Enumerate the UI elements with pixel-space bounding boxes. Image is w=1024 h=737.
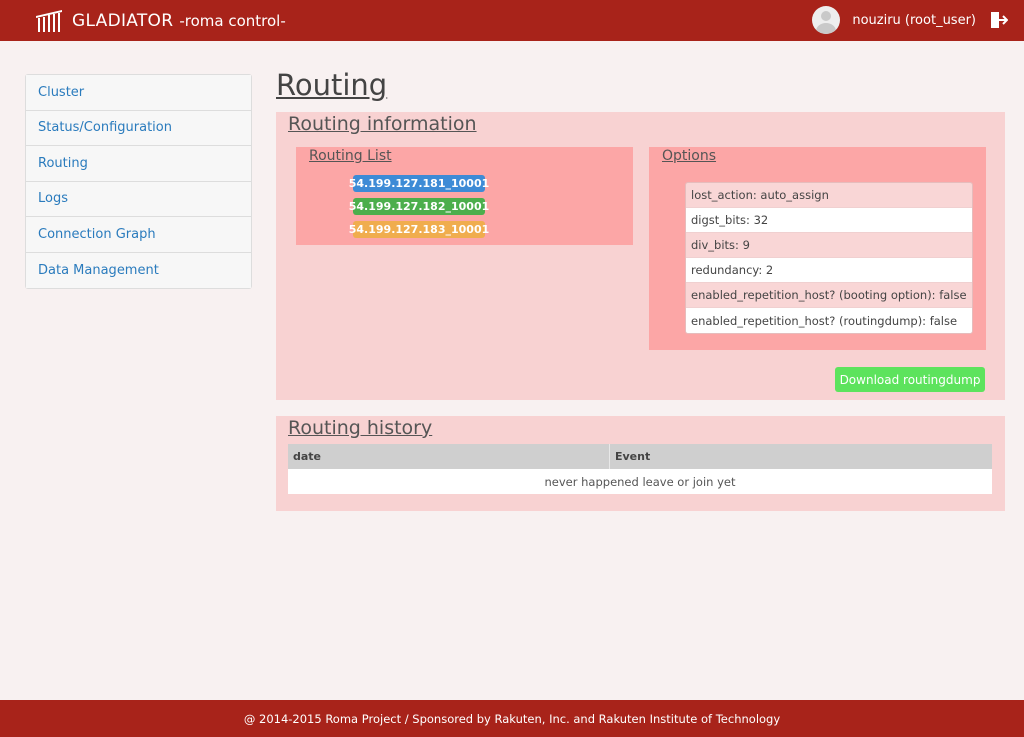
sidebar-item-logs[interactable]: Logs	[26, 181, 251, 217]
option-row: enabled_repetition_host? (booting option…	[686, 283, 972, 308]
node-badge[interactable]: 54.199.127.182_10001	[349, 198, 489, 215]
table-header: date Event	[288, 444, 992, 469]
column-header-date[interactable]: date	[288, 444, 610, 469]
option-row: div_bits: 9	[686, 233, 972, 258]
download-routingdump-button[interactable]: Download routingdump	[835, 367, 985, 392]
routing-history-title: Routing history	[288, 417, 433, 439]
routing-list-box: Routing List 54.199.127.181_10001 54.199…	[296, 147, 633, 245]
gladiator-logo-icon	[36, 10, 62, 32]
routing-history-table: date Event never happened leave or join …	[288, 444, 992, 494]
option-row: redundancy: 2	[686, 258, 972, 283]
brand-subtitle: -roma control-	[179, 12, 286, 30]
footer-text: @ 2014-2015 Roma Project / Sponsored by …	[243, 711, 781, 726]
sidebar-item-connection-graph[interactable]: Connection Graph	[26, 217, 251, 253]
avatar[interactable]	[812, 6, 841, 34]
options-title: Options	[662, 148, 717, 164]
routing-information-panel: Routing information Routing List 54.199.…	[276, 112, 1005, 400]
sidebar-item-routing[interactable]: Routing	[26, 146, 251, 182]
sidebar-item-cluster[interactable]: Cluster	[26, 75, 251, 111]
node-badge[interactable]: 54.199.127.183_10001	[349, 221, 489, 238]
empty-history-message: never happened leave or join yet	[288, 469, 992, 494]
top-navbar: GLADIATOR -roma control- nouziru (root_u…	[0, 0, 1024, 41]
node-badge[interactable]: 54.199.127.181_10001	[349, 175, 489, 192]
user-area: nouziru (root_user)	[812, 6, 1008, 34]
logout-icon[interactable]	[990, 11, 1008, 29]
page-title: Routing	[276, 68, 388, 102]
routing-history-panel: Routing history date Event never happene…	[276, 416, 1005, 511]
brand[interactable]: GLADIATOR -roma control-	[34, 8, 286, 34]
routing-list-title: Routing List	[309, 148, 392, 164]
sidebar-item-status-configuration[interactable]: Status/Configuration	[26, 110, 251, 146]
footer: @ 2014-2015 Roma Project / Sponsored by …	[0, 700, 1024, 737]
column-header-event[interactable]: Event	[610, 444, 992, 469]
option-row: enabled_repetition_host? (routingdump): …	[686, 308, 972, 333]
routing-information-title: Routing information	[288, 113, 477, 135]
sidebar-item-data-management[interactable]: Data Management	[26, 252, 251, 288]
sidebar-nav: Cluster Status/Configuration Routing Log…	[25, 74, 252, 289]
options-list: lost_action: auto_assign digst_bits: 32 …	[685, 182, 973, 334]
option-row: digst_bits: 32	[686, 208, 972, 233]
options-box: Options lost_action: auto_assign digst_b…	[649, 147, 986, 350]
brand-name: GLADIATOR	[72, 11, 174, 31]
option-row: lost_action: auto_assign	[686, 183, 972, 208]
username[interactable]: nouziru (root_user)	[852, 13, 976, 28]
